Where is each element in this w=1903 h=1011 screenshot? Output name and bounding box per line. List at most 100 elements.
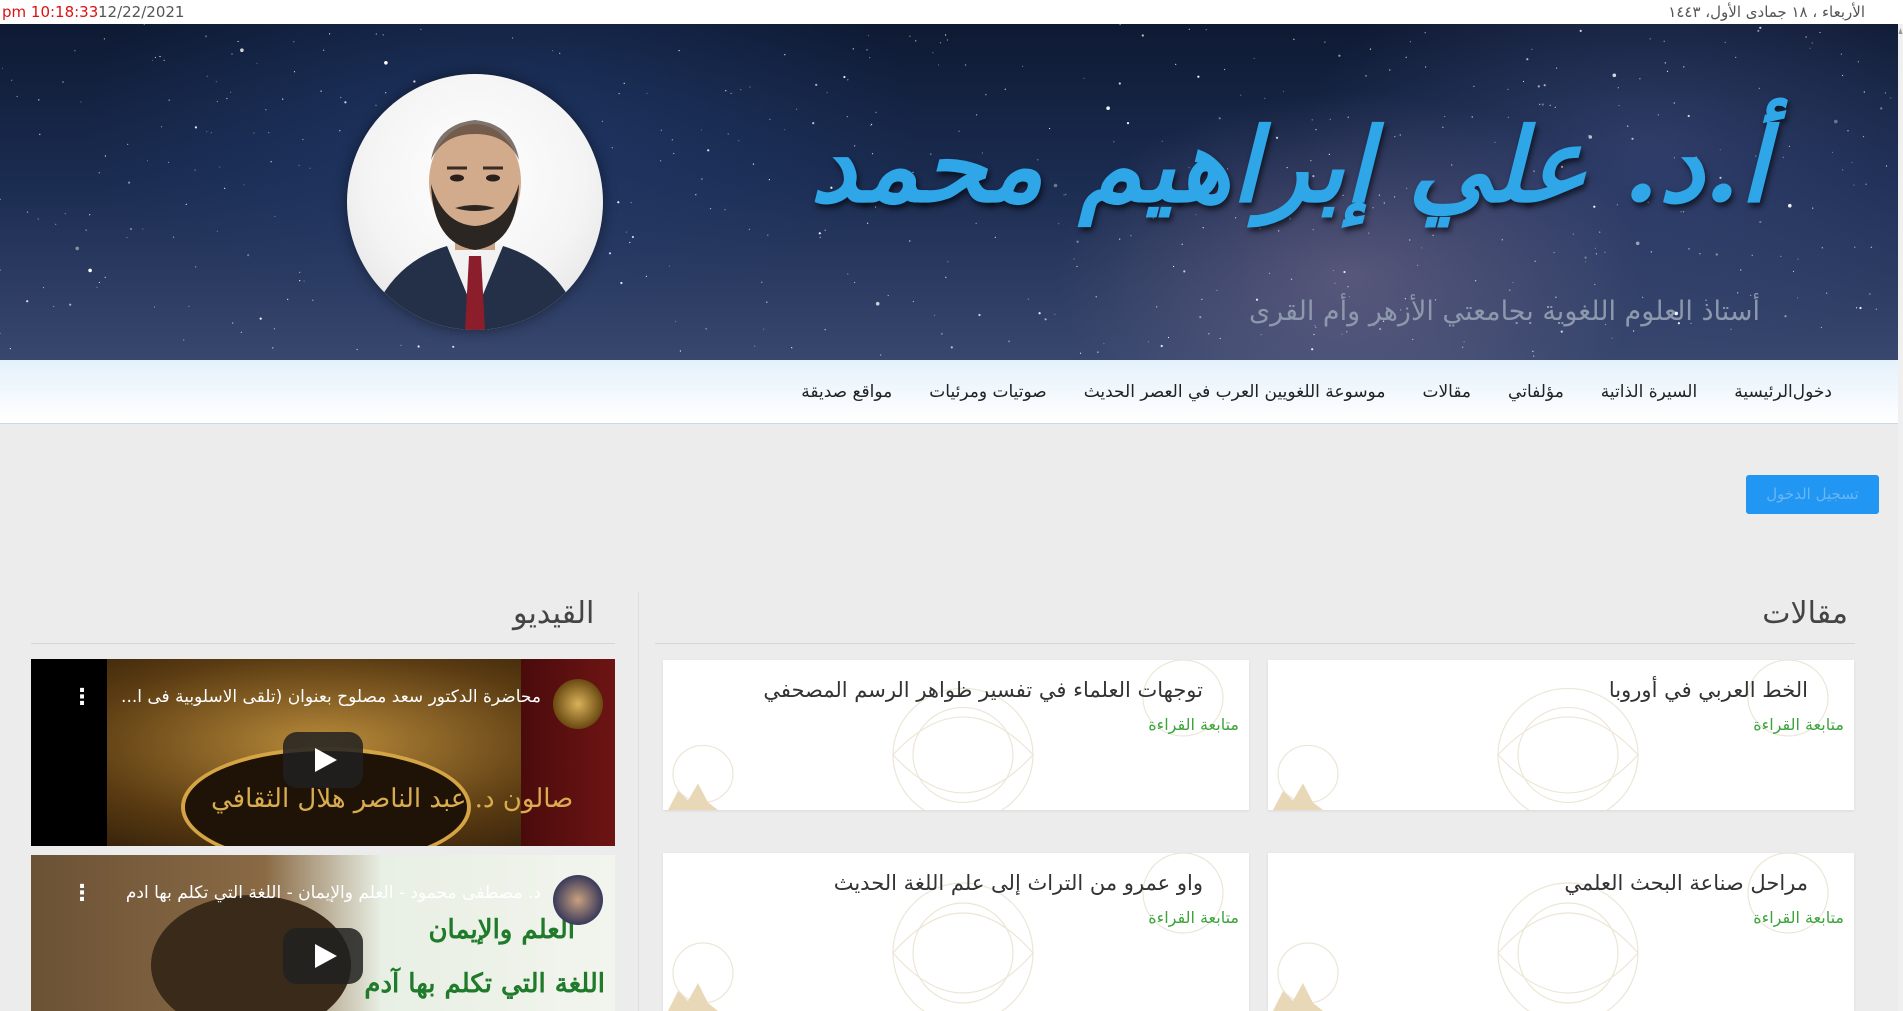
star <box>55 223 57 225</box>
star <box>1379 327 1382 331</box>
star <box>1533 355 1535 357</box>
scroll-up-arrow-icon[interactable] <box>1898 24 1903 38</box>
nav-item[interactable]: دخول <box>1793 382 1832 402</box>
star <box>1341 333 1343 335</box>
star <box>660 160 662 162</box>
play-icon[interactable] <box>283 732 363 788</box>
main-navigation: دخول الرئيسية السيرة الذاتية مؤلفاتي مقالات م… <box>0 360 1898 424</box>
star <box>287 298 289 300</box>
video-1-title[interactable]: محاضرة الدكتور سعد مصلوح بعنوان (تلقى ال… <box>101 687 541 707</box>
clock-time: pm 10:18:33 <box>2 3 99 21</box>
nav-item[interactable]: مؤلفاتي <box>1508 382 1564 402</box>
star <box>1119 238 1121 240</box>
star <box>1784 315 1787 318</box>
article-card[interactable]: توجهات العلماء في تفسير ظواهر الرسم المص… <box>663 660 1249 810</box>
star <box>1147 341 1149 343</box>
star <box>1780 255 1782 257</box>
read-more-link[interactable]: متابعة القراءة <box>1753 908 1844 927</box>
star <box>74 50 76 52</box>
star <box>1584 256 1587 259</box>
star <box>763 328 765 330</box>
star <box>96 286 98 288</box>
star <box>818 232 821 235</box>
star <box>1809 47 1811 49</box>
star <box>1884 92 1886 94</box>
channel-avatar-2[interactable] <box>553 875 603 925</box>
article-title[interactable]: مراحل صناعة البحث العلمي <box>1564 871 1808 895</box>
star <box>1338 54 1341 57</box>
star <box>340 96 342 99</box>
articles-title-divider <box>655 643 1855 644</box>
video-player-2[interactable]: العلم والإيمان اللغة التي تكلم بها آدم د… <box>31 855 615 1011</box>
star <box>1663 40 1665 42</box>
star <box>1290 278 1293 280</box>
star <box>620 281 623 285</box>
nav-item[interactable]: مقالات <box>1422 382 1471 402</box>
star <box>1409 239 1411 241</box>
nav-item[interactable]: الرئيسية <box>1734 382 1793 402</box>
login-button[interactable]: تسجيل الدخول <box>1746 475 1879 514</box>
star <box>985 94 987 96</box>
article-card[interactable]: الخط العربي في أوروبا متابعة القراءة <box>1268 660 1854 810</box>
star <box>1847 130 1849 132</box>
star <box>1315 326 1317 329</box>
more-options-icon[interactable]: ⋮ <box>71 883 93 905</box>
star <box>240 48 244 52</box>
star <box>941 333 943 335</box>
more-options-icon[interactable]: ⋮ <box>71 687 93 709</box>
star <box>75 246 79 251</box>
article-title[interactable]: الخط العربي في أوروبا <box>1609 678 1808 702</box>
article-card[interactable]: مراحل صناعة البحث العلمي متابعة القراءة <box>1268 853 1854 1011</box>
star <box>1181 243 1183 245</box>
nav-item[interactable]: مواقع صديقة <box>801 382 892 402</box>
star <box>0 269 2 271</box>
articles-section-title: مقالات <box>1762 596 1848 631</box>
star <box>1130 235 1132 237</box>
star <box>127 143 129 145</box>
channel-avatar-1[interactable] <box>553 679 603 729</box>
read-more-link[interactable]: متابعة القراءة <box>1148 908 1239 927</box>
star <box>1473 85 1475 87</box>
video-player-1[interactable]: صالون د. عبد الناصر هلال الثقافي محاضرة … <box>31 659 615 846</box>
page-scrollbar[interactable] <box>1898 24 1903 1011</box>
read-more-link[interactable]: متابعة القراءة <box>1753 715 1844 734</box>
article-card[interactable]: واو عمرو من التراث إلى علم اللغة الحديث م… <box>663 853 1249 1011</box>
star <box>1160 344 1163 348</box>
star <box>1095 296 1097 298</box>
video-1-overlay-text: صالون د. عبد الناصر هلال الثقافي <box>211 784 574 814</box>
star <box>1885 165 1888 167</box>
star <box>303 280 305 282</box>
star <box>675 320 677 322</box>
nav-item[interactable]: موسوعة اللغويين العرب في العصر الحديث <box>1084 382 1386 402</box>
star <box>749 86 751 88</box>
star <box>1812 207 1814 209</box>
star <box>1737 292 1739 294</box>
star <box>85 229 87 231</box>
star <box>1501 239 1503 241</box>
star <box>1526 58 1529 61</box>
star <box>151 59 153 62</box>
star <box>42 287 45 289</box>
star <box>1617 87 1619 89</box>
site-owner-subtitle: أستاذ العلوم اللغوية بجامعتي الأزهر وأم … <box>1248 296 1760 327</box>
star <box>695 194 697 196</box>
article-title[interactable]: واو عمرو من التراث إلى علم اللغة الحديث <box>834 871 1203 895</box>
star <box>824 329 826 331</box>
star <box>511 37 514 39</box>
star <box>1 67 4 69</box>
star <box>769 118 771 120</box>
play-icon[interactable] <box>283 928 363 984</box>
star <box>909 240 911 242</box>
nav-item[interactable]: صوتيات ومرئيات <box>929 382 1046 402</box>
star <box>1119 24 1121 26</box>
star <box>1862 136 1865 138</box>
video-2-title[interactable]: د. مصطفى محمود - العلم والإيمان - اللغة … <box>101 883 541 903</box>
star <box>293 41 295 43</box>
nav-item[interactable]: السيرة الذاتية <box>1601 382 1697 402</box>
star <box>1188 28 1190 30</box>
article-title[interactable]: توجهات العلماء في تفسير ظواهر الرسم المص… <box>763 678 1203 702</box>
star <box>1038 312 1041 315</box>
star <box>1724 41 1726 43</box>
read-more-link[interactable]: متابعة القراءة <box>1148 715 1239 734</box>
star <box>37 218 39 220</box>
